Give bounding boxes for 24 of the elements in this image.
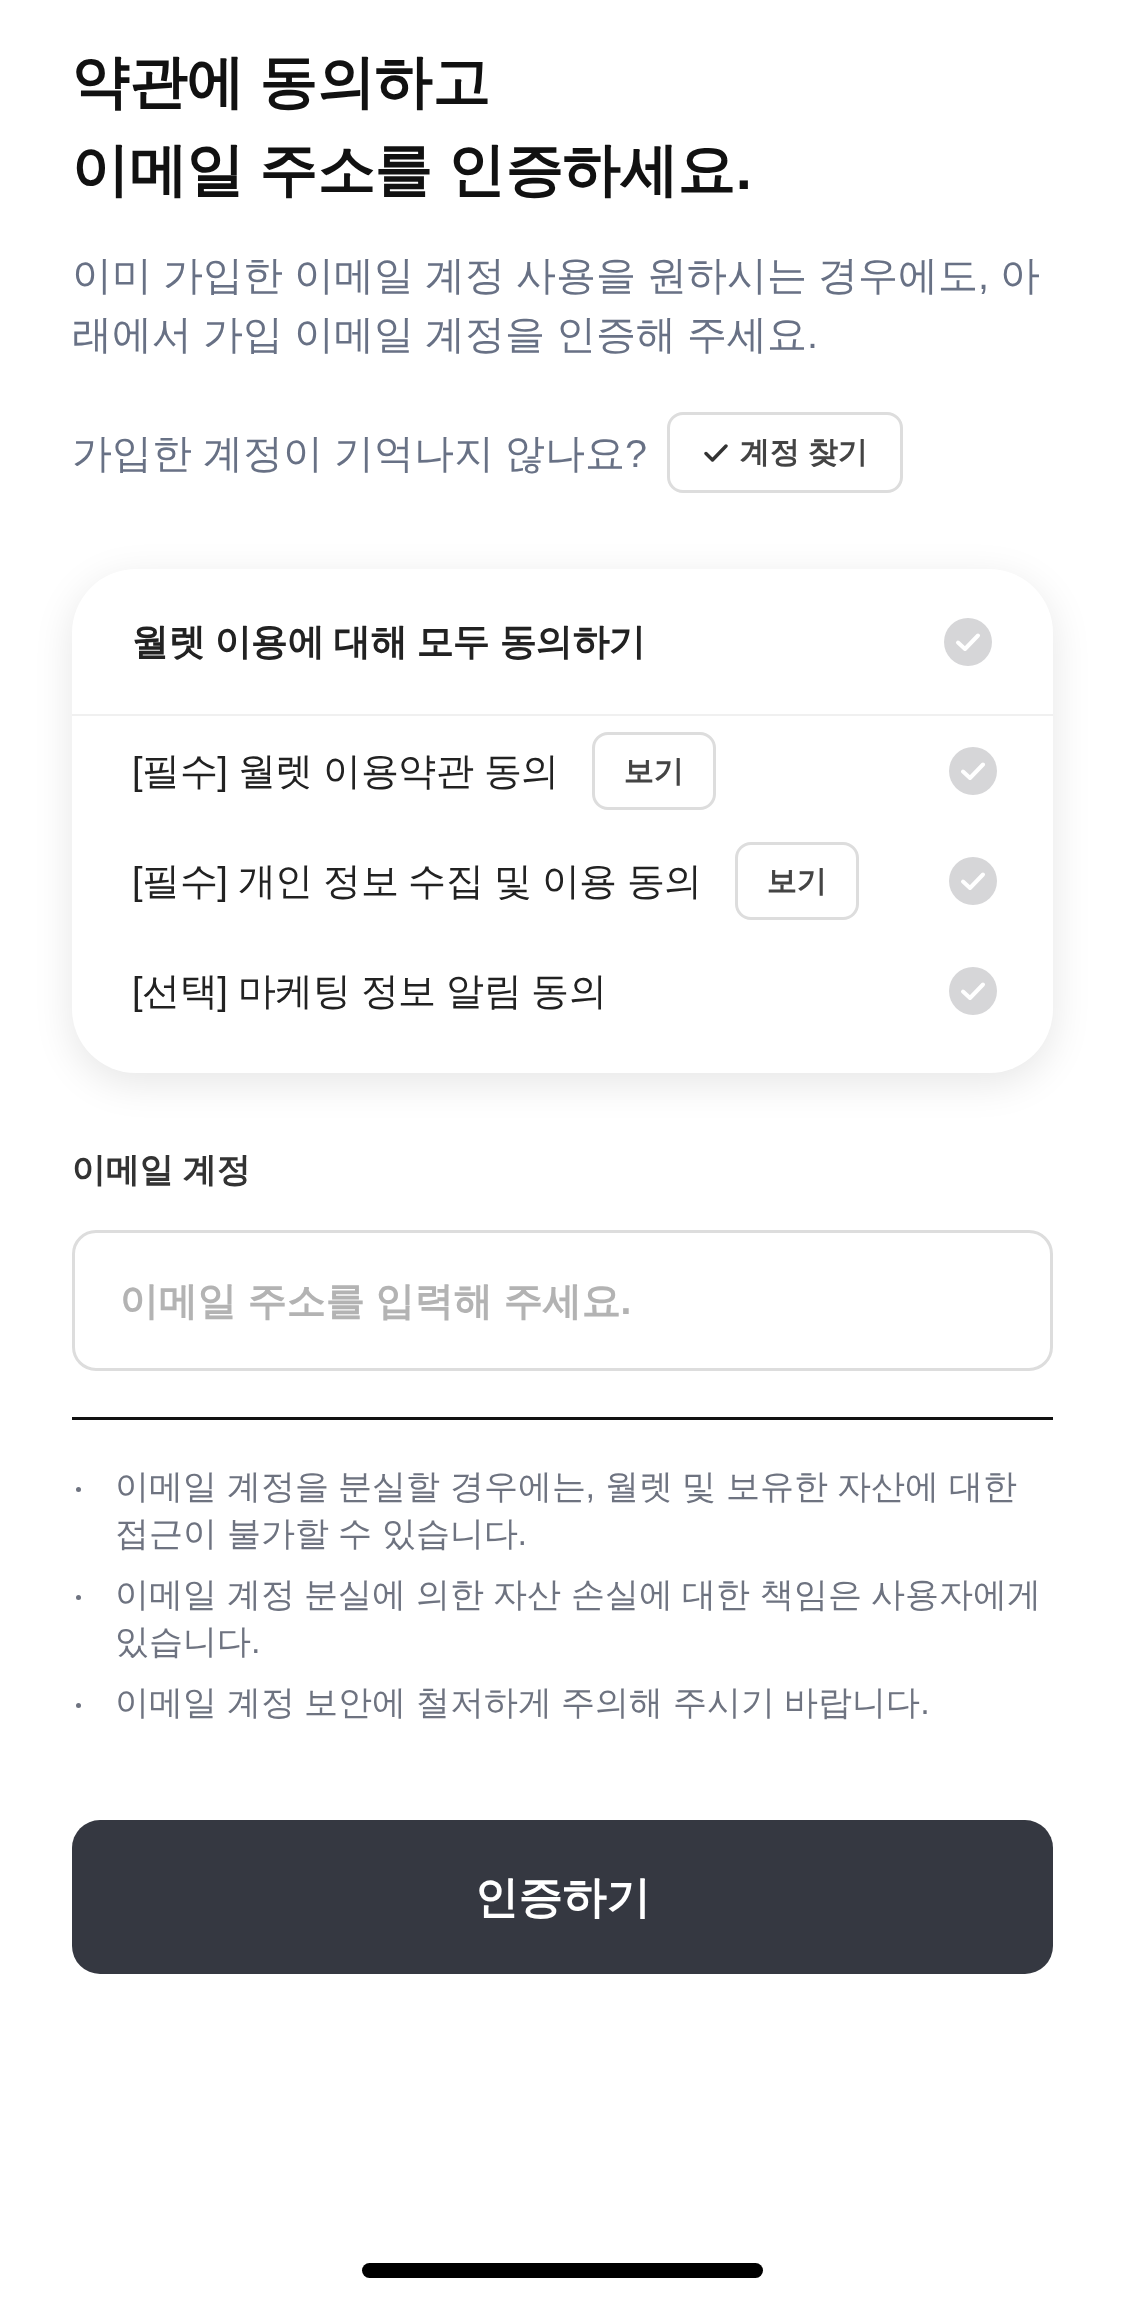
agreement-label[interactable]: [필수] 월렛 이용약관 동의 [132, 745, 559, 797]
view-button[interactable]: 보기 [591, 732, 716, 810]
bullet-icon [76, 1703, 81, 1708]
notice-text: 이메일 계정 분실에 의한 자산 손실에 대한 책임은 사용자에게 있습니다. [115, 1574, 1043, 1662]
view-button[interactable]: 보기 [735, 842, 860, 920]
bullet-icon [76, 1595, 81, 1600]
check-circle-icon[interactable] [949, 857, 997, 905]
bullet-icon [76, 1487, 81, 1492]
find-account-button[interactable]: 계정 찾기 [667, 412, 904, 493]
check-icon [704, 442, 728, 463]
agree-all-label[interactable]: 월렛 이용에 대해 모두 동의하기 [132, 616, 646, 667]
notice-text: 이메일 계정 보안에 철저하게 주의해 주시기 바랍니다. [115, 1682, 930, 1723]
agreement-label[interactable]: [선택] 마케팅 정보 알림 동의 [132, 965, 607, 1017]
email-label: 이메일 계정 [72, 1149, 252, 1190]
email-input-field[interactable]: 이메일 주소를 입력해 주세요. [72, 1230, 1053, 1371]
find-account-prompt: 가입한 계정이 기억나지 않나요? [72, 429, 647, 477]
agreement-label[interactable]: [필수] 개인 정보 수집 및 이용 동의 [132, 855, 703, 907]
check-circle-icon[interactable] [949, 747, 997, 795]
check-circle-icon[interactable] [949, 967, 997, 1015]
description-text: 이미 가입한 이메일 계정 사용을 원하시는 경우에도, 아래에서 가입 이메일 계정을 인증해 주세요. [72, 252, 1041, 358]
page-title: 약관에 동의하고 이메일 주소를 인증하세요. [72, 47, 752, 203]
check-circle-icon[interactable] [944, 617, 992, 666]
notice-text: 이메일 계정을 분실할 경우에는, 월렛 및 보유한 자산에 대한 접근이 불가할 수 있습니다. [115, 1466, 1018, 1554]
verify-button[interactable]: 인증하기 [72, 1820, 1053, 1974]
